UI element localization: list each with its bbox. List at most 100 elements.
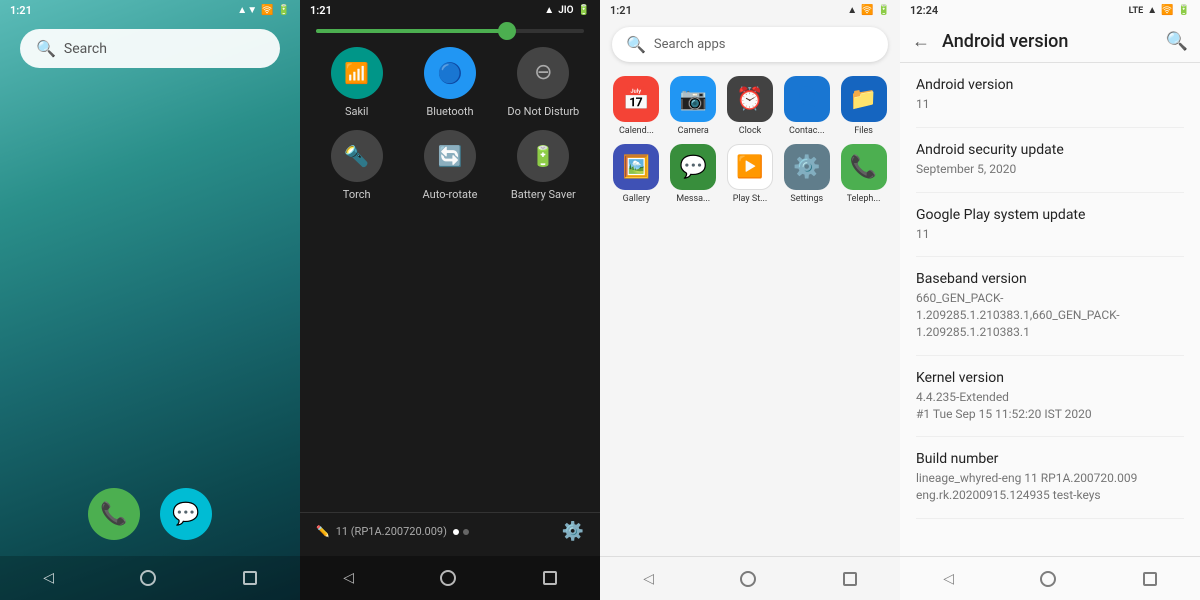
info-wifi-icon: 🛜 (1161, 5, 1173, 16)
qs-tile-battery-saver[interactable]: 🔋 Battery Saver (503, 130, 584, 201)
qs-version-text: 11 (RP1A.200720.009) (336, 525, 447, 538)
app-item-settings[interactable]: ⚙️ Settings (782, 144, 831, 204)
apps-back-button[interactable]: ◁ (643, 571, 654, 587)
info-status-bar: 12:24 LTE ▲ 🛜 🔋 (900, 0, 1200, 21)
info-item-value-baseband: 660_GEN_PACK-1.209285.1.210383.1,660_GEN… (916, 290, 1184, 340)
qs-tile-torch-icon[interactable]: 🔦 (331, 130, 383, 182)
app-item-playstore[interactable]: ▶️ Play St... (726, 144, 775, 204)
app-label-contacts: Contac... (789, 126, 825, 136)
info-item-value-security-update: September 5, 2020 (916, 161, 1184, 178)
qs-tile-wifi-icon[interactable]: 📶 (331, 47, 383, 99)
qs-tile-wifi[interactable]: 📶 Sakil (316, 47, 397, 118)
info-time: 12:24 (910, 4, 938, 17)
info-search-button[interactable]: 🔍 (1166, 31, 1188, 52)
qs-brightness-thumb[interactable] (498, 22, 516, 40)
qs-tile-bluetooth-icon[interactable]: 🔵 (424, 47, 476, 99)
info-item-value-build: lineage_whyred-eng 11 RP1A.200720.009 en… (916, 470, 1184, 504)
home-back-button[interactable]: ◁ (43, 570, 54, 586)
info-item-value-android-version: 11 (916, 96, 1184, 113)
app-icon-files[interactable]: 📁 (841, 76, 887, 122)
info-back-button-nav[interactable]: ◁ (943, 571, 954, 587)
app-icon-camera[interactable]: 📷 (670, 76, 716, 122)
app-label-calendar: Calend... (619, 126, 654, 136)
home-wifi-icon: 🛜 (261, 5, 273, 16)
info-header: ← Android version 🔍 (900, 21, 1200, 63)
info-battery-icon: 🔋 (1178, 5, 1190, 16)
info-item-title-android-version: Android version (916, 77, 1184, 93)
app-icon-clock[interactable]: ⏰ (727, 76, 773, 122)
app-icon-gallery[interactable]: 🖼️ (613, 144, 659, 190)
info-nav-bar: ◁ (900, 556, 1200, 600)
app-item-clock[interactable]: ⏰ Clock (726, 76, 775, 136)
qs-home-button[interactable] (440, 570, 456, 586)
info-home-button[interactable] (1040, 571, 1056, 587)
qs-page-dots (453, 529, 469, 535)
home-screen-panel: 1:21 ▲▼ 🛜 🔋 🔍 Search 📞 💬 ◁ (0, 0, 300, 600)
home-nav-bar: ◁ (0, 556, 300, 600)
apps-recents-button[interactable] (843, 572, 857, 586)
qs-tile-battery-saver-icon[interactable]: 🔋 (517, 130, 569, 182)
home-status-bar: 1:21 ▲▼ 🛜 🔋 (0, 0, 300, 21)
home-dock: 📞 💬 (0, 478, 300, 550)
app-item-camera[interactable]: 📷 Camera (669, 76, 718, 136)
app-label-settings: Settings (790, 194, 823, 204)
home-time: 1:21 (10, 4, 32, 17)
info-item-build: Build number lineage_whyred-eng 11 RP1A.… (916, 437, 1184, 519)
app-icon-calendar[interactable]: 📅 (613, 76, 659, 122)
app-icon-phone[interactable]: 📞 (841, 144, 887, 190)
apps-home-button[interactable] (740, 571, 756, 587)
app-label-messages: Messa... (676, 194, 710, 204)
qs-tile-autorotate[interactable]: 🔄 Auto-rotate (409, 130, 490, 201)
home-status-icons: ▲▼ 🛜 🔋 (237, 5, 290, 16)
qs-back-button[interactable]: ◁ (343, 570, 354, 586)
apps-search-bar[interactable]: 🔍 Search apps (612, 27, 888, 62)
apps-search-label: Search apps (654, 37, 726, 52)
qs-brightness-fill (316, 29, 504, 33)
qs-status-bar: 1:21 ▲ JIO 🔋 (300, 0, 600, 21)
info-item-title-build: Build number (916, 451, 1184, 467)
qs-battery-icon: 🔋 (578, 5, 590, 16)
info-recents-button[interactable] (1143, 572, 1157, 586)
app-icon-messages[interactable]: 💬 (670, 144, 716, 190)
info-item-value-kernel: 4.4.235-Extended #1 Tue Sep 15 11:52:20 … (916, 389, 1184, 423)
info-item-title-play-update: Google Play system update (916, 207, 1184, 223)
home-search-bar[interactable]: 🔍 Search (20, 29, 280, 68)
home-signal-icon: ▲▼ (237, 5, 257, 16)
qs-dot-1 (453, 529, 459, 535)
apps-search-icon: 🔍 (626, 35, 646, 54)
qs-tile-dnd[interactable]: ⊖ Do Not Disturb (503, 47, 584, 118)
app-item-messages[interactable]: 💬 Messa... (669, 144, 718, 204)
home-search-icon: 🔍 (36, 39, 56, 58)
qs-tile-dnd-icon[interactable]: ⊖ (517, 47, 569, 99)
qs-tile-autorotate-icon[interactable]: 🔄 (424, 130, 476, 182)
qs-brightness-slider[interactable] (316, 29, 584, 33)
app-item-contacts[interactable]: 👤 Contac... (782, 76, 831, 136)
app-item-phone[interactable]: 📞 Teleph... (839, 144, 888, 204)
app-item-gallery[interactable]: 🖼️ Gallery (612, 144, 661, 204)
info-item-title-baseband: Baseband version (916, 271, 1184, 287)
app-item-files[interactable]: 📁 Files (839, 76, 888, 136)
home-recents-button[interactable] (243, 571, 257, 585)
qs-tile-torch[interactable]: 🔦 Torch (316, 130, 397, 201)
app-icon-contacts[interactable]: 👤 (784, 76, 830, 122)
info-item-title-security-update: Android security update (916, 142, 1184, 158)
home-home-button[interactable] (140, 570, 156, 586)
qs-settings-icon[interactable]: ⚙️ (562, 521, 584, 542)
apps-status-icons: ▲ 🛜 🔋 (847, 5, 890, 16)
qs-footer: ✏️ 11 (RP1A.200720.009) ⚙️ (300, 512, 600, 550)
qs-tiles-grid: 📶 Sakil 🔵 Bluetooth ⊖ Do Not Disturb 🔦 T… (300, 47, 600, 201)
dock-messages-icon[interactable]: 💬 (160, 488, 212, 540)
app-icon-playstore[interactable]: ▶️ (727, 144, 773, 190)
qs-tile-wifi-label: Sakil (345, 105, 368, 118)
app-icon-settings[interactable]: ⚙️ (784, 144, 830, 190)
qs-tile-bluetooth-label: Bluetooth (426, 105, 473, 118)
info-item-play-update: Google Play system update 11 (916, 193, 1184, 258)
qs-recents-button[interactable] (543, 571, 557, 585)
info-item-kernel: Kernel version 4.4.235-Extended #1 Tue S… (916, 356, 1184, 438)
info-back-button[interactable]: ← (912, 31, 930, 52)
qs-tile-battery-saver-label: Battery Saver (511, 188, 576, 201)
app-item-calendar[interactable]: 📅 Calend... (612, 76, 661, 136)
qs-nav-bar: ◁ (300, 556, 600, 600)
qs-tile-bluetooth[interactable]: 🔵 Bluetooth (409, 47, 490, 118)
dock-phone-icon[interactable]: 📞 (88, 488, 140, 540)
